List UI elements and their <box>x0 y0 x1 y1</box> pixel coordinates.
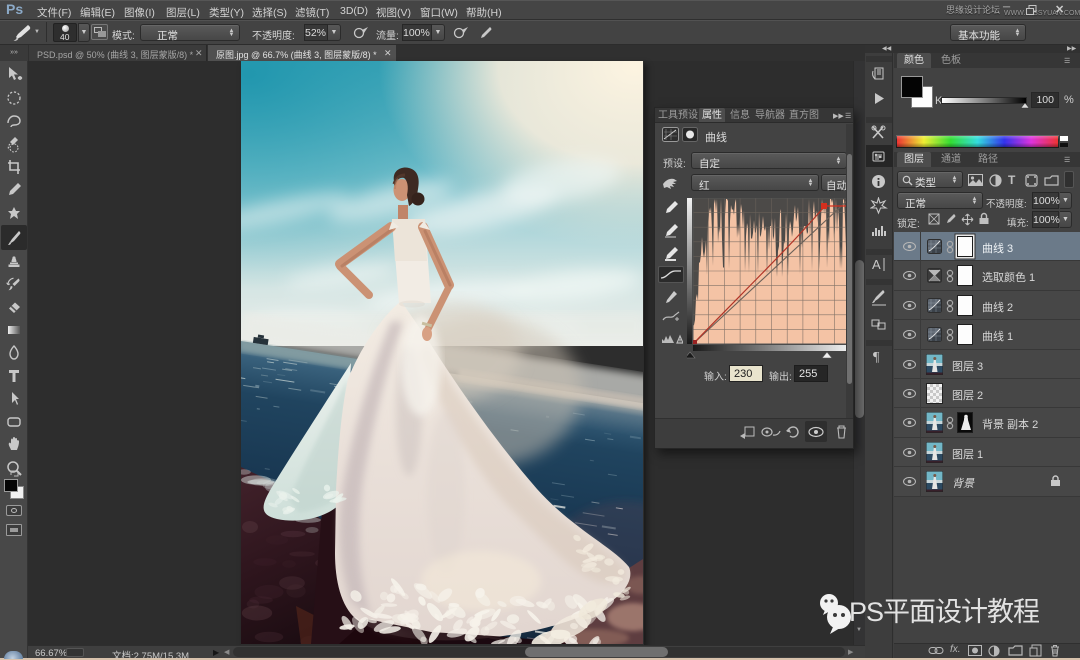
svg-text:¶: ¶ <box>873 350 880 365</box>
svg-text:A: A <box>872 257 881 272</box>
